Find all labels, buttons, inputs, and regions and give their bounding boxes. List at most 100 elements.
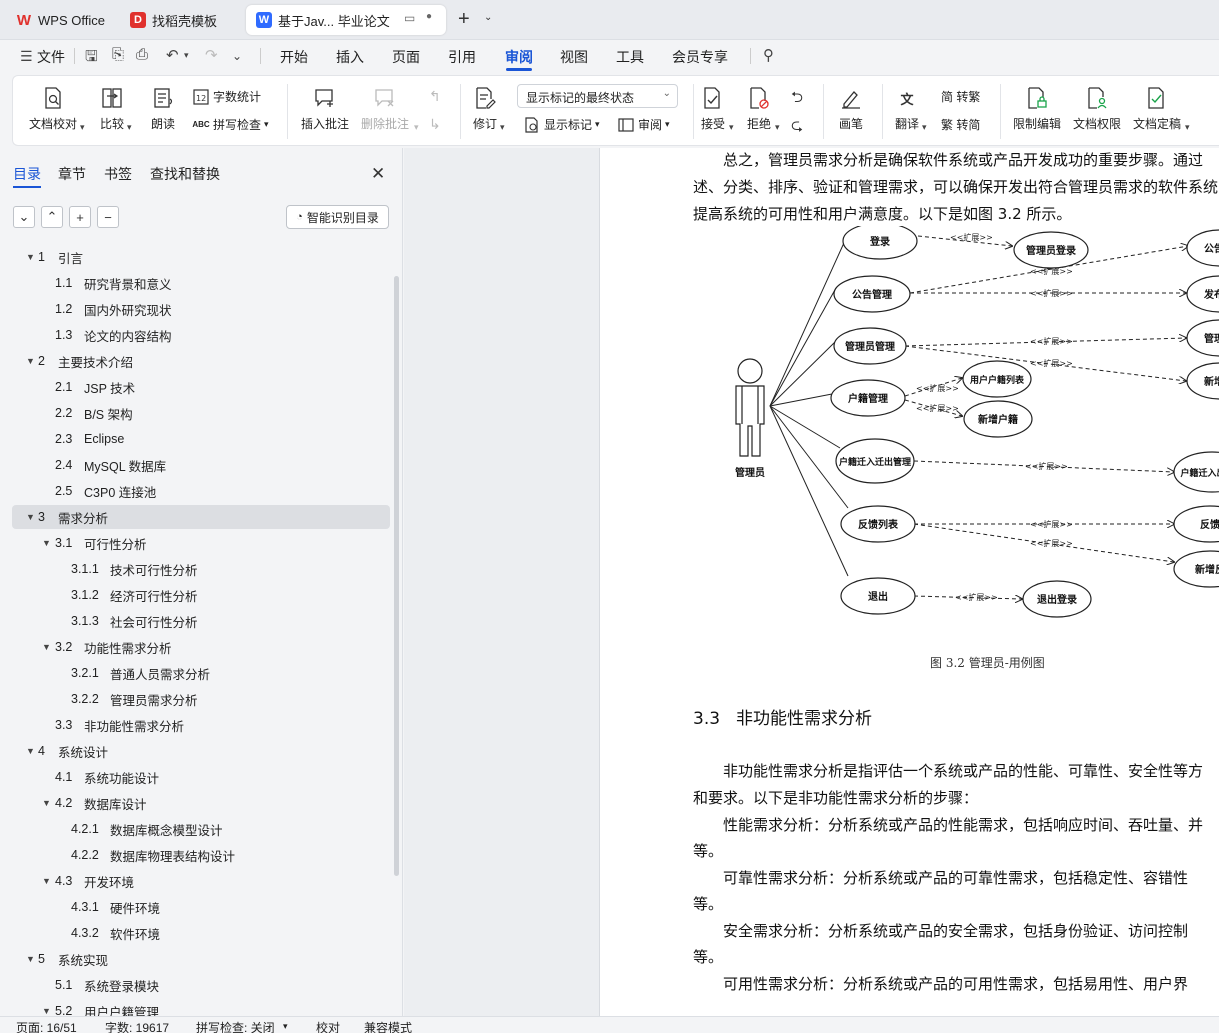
toc-item[interactable]: 4.3.2 软件环境 [12,921,390,945]
compare-button[interactable]: 比较 [100,87,124,132]
tab-bookmarks[interactable]: 书签 [104,164,132,184]
toc-item[interactable]: 3.3 非功能性需求分析 [12,713,390,737]
chevron-down-icon[interactable]: ▾ [283,1021,288,1032]
pen-button[interactable]: 画笔 [839,87,863,132]
to-simplified-button[interactable]: 繁 转简 [941,116,980,133]
toc-item[interactable]: 5.1 系统登录模块 [12,973,390,997]
chevron-down-icon[interactable]: ▾ [80,122,85,133]
delete-comment-button[interactable]: 删除批注 [361,87,409,132]
tab-find-replace[interactable]: 查找和替换 [150,164,220,184]
reject-button[interactable]: 拒绝 [747,87,771,132]
print-preview-icon[interactable]: ⎙ [136,46,148,63]
chevron-down-icon[interactable]: ▾ [500,122,505,133]
toc-item[interactable]: ▼ 5 系统实现 [12,947,390,971]
smart-toc-button[interactable]: ◔ 智能识别目录 [286,205,389,229]
tab-wps-office[interactable]: W WPS Office [6,5,116,35]
tab-chapters[interactable]: 章节 [58,164,86,184]
spell-check-status[interactable]: 拼写检查: 关闭 [196,1019,275,1033]
next-change-icon[interactable]: ⮎ [791,115,803,140]
menu-view[interactable]: 视图 [560,47,588,67]
review-pane-button[interactable]: 审阅 ▾ [618,116,670,133]
proofread-status[interactable]: 校对 [316,1019,340,1033]
menu-references[interactable]: 引用 [448,47,476,67]
doc-proof-button[interactable]: 文档校对 [29,87,77,132]
toc-item[interactable]: 2.4 MySQL 数据库 [12,453,390,477]
to-traditional-button[interactable]: 简 转繁 [941,88,980,105]
toc-item[interactable]: 3.2.1 普通人员需求分析 [12,661,390,685]
toc-item[interactable]: ▼ 4.2 数据库设计 [12,791,390,815]
menu-insert[interactable]: 插入 [336,47,364,67]
toc-item[interactable]: 1.2 国内外研究现状 [12,297,390,321]
expand-arrow-icon[interactable]: ▼ [42,876,51,886]
expand-arrow-icon[interactable]: ▼ [26,746,35,756]
toc-item[interactable]: 3.1.3 社会可行性分析 [12,609,390,633]
save-icon[interactable]: 🖫 [85,46,98,71]
expand-arrow-icon[interactable]: ▼ [26,954,35,964]
chevron-down-icon[interactable]: ▾ [184,50,189,61]
unsaved-dot-icon[interactable]: ● [426,11,432,22]
track-changes-button[interactable]: 修订 [473,87,497,132]
toc-item[interactable]: 2.1 JSP 技术 [12,375,390,399]
remove-heading-button[interactable]: − [97,206,119,228]
show-markup-button[interactable]: 显示标记 ▾ [524,116,600,133]
add-heading-button[interactable]: + [69,206,91,228]
menu-page[interactable]: 页面 [392,47,420,67]
next-comment-icon[interactable]: ↳ [429,116,441,133]
restrict-edit-button[interactable]: 限制编辑 [1013,87,1061,132]
new-tab-icon[interactable]: + [458,9,470,29]
toc-item[interactable]: 2.3 Eclipse [12,427,390,451]
scrollbar[interactable] [394,276,399,876]
expand-arrow-icon[interactable]: ▼ [42,1006,51,1016]
translate-button[interactable]: 文 翻译 [895,87,919,132]
doc-finalize-button[interactable]: 文档定稿 [1133,87,1181,132]
undo-icon[interactable]: ↶ [166,46,179,64]
toc-item[interactable]: ▼ 1 引言 [12,245,390,269]
chevron-down-icon[interactable]: ▾ [127,122,132,133]
toc-item[interactable]: ▼ 3.1 可行性分析 [12,531,390,555]
prev-comment-icon[interactable]: ↰ [429,88,441,105]
toc-item[interactable]: ▼ 4.3 开发环境 [12,869,390,893]
toc-item[interactable]: ▼ 2 主要技术介绍 [12,349,390,373]
more-icon[interactable]: ⌄ [232,49,242,63]
toc-item[interactable]: ▼ 3 需求分析 [12,505,390,529]
chevron-down-icon[interactable]: ▾ [414,122,419,133]
collapse-all-button[interactable]: ⌃ [41,206,63,228]
chevron-down-icon[interactable]: ▾ [775,122,780,133]
expand-arrow-icon[interactable]: ▼ [42,642,51,652]
tab-document[interactable]: W 基于Jav... 毕业论文 ▭ ● [246,5,446,35]
toc-item[interactable]: 1.1 研究背景和意义 [12,271,390,295]
search-icon[interactable]: ⚲ [763,46,774,64]
close-icon[interactable]: ✕ [371,164,385,184]
word-count[interactable]: 字数: 19617 [105,1019,169,1033]
tab-toc[interactable]: 目录 [13,164,41,184]
toc-item[interactable]: 4.2.1 数据库概念模型设计 [12,817,390,841]
doc-permission-button[interactable]: 文档权限 [1073,87,1121,132]
toc-item[interactable]: 2.5 C3P0 连接池 [12,479,390,503]
expand-arrow-icon[interactable]: ▼ [26,356,35,366]
expand-arrow-icon[interactable]: ▼ [26,512,35,522]
menu-vip[interactable]: 会员专享 [672,47,728,67]
share-icon[interactable]: ⎘ [112,46,124,63]
spell-check-button[interactable]: ABC 拼写检查 ▾ [192,116,268,133]
toc-item[interactable]: ▼ 3.2 功能性需求分析 [12,635,390,659]
prev-change-icon[interactable]: ⮌ [791,87,803,112]
tab-template[interactable]: D 找稻壳模板 [120,5,240,35]
toc-item[interactable]: 1.3 论文的内容结构 [12,323,390,347]
page-indicator[interactable]: 页面: 16/51 [16,1019,77,1033]
markup-state-select[interactable]: 显示标记的最终状态 ⌄ [517,84,678,108]
toc-item[interactable]: 3.2.2 管理员需求分析 [12,687,390,711]
chevron-down-icon[interactable]: ▾ [729,122,734,133]
redo-icon[interactable]: ↷ [205,46,218,64]
document-page[interactable]: 总之，管理员需求分析是确保软件系统或产品开发成功的重要步骤。通过 述、分类、排序… [599,148,1219,1016]
menu-tools[interactable]: 工具 [616,47,644,67]
menu-review[interactable]: 审阅 [505,47,533,67]
toc-item[interactable]: 3.1.1 技术可行性分析 [12,557,390,581]
accept-button[interactable]: 接受 [701,87,725,132]
toc-item[interactable]: ▼ 5.2 用户户籍管理 [12,999,390,1016]
toc-item[interactable]: 4.3.1 硬件环境 [12,895,390,919]
expand-arrow-icon[interactable]: ▼ [42,798,51,808]
word-count-button[interactable]: 12 字数统计 [193,88,261,105]
chevron-down-icon[interactable]: ▾ [1185,122,1190,133]
expand-arrow-icon[interactable]: ▼ [26,252,35,262]
menu-home[interactable]: 开始 [280,47,308,67]
